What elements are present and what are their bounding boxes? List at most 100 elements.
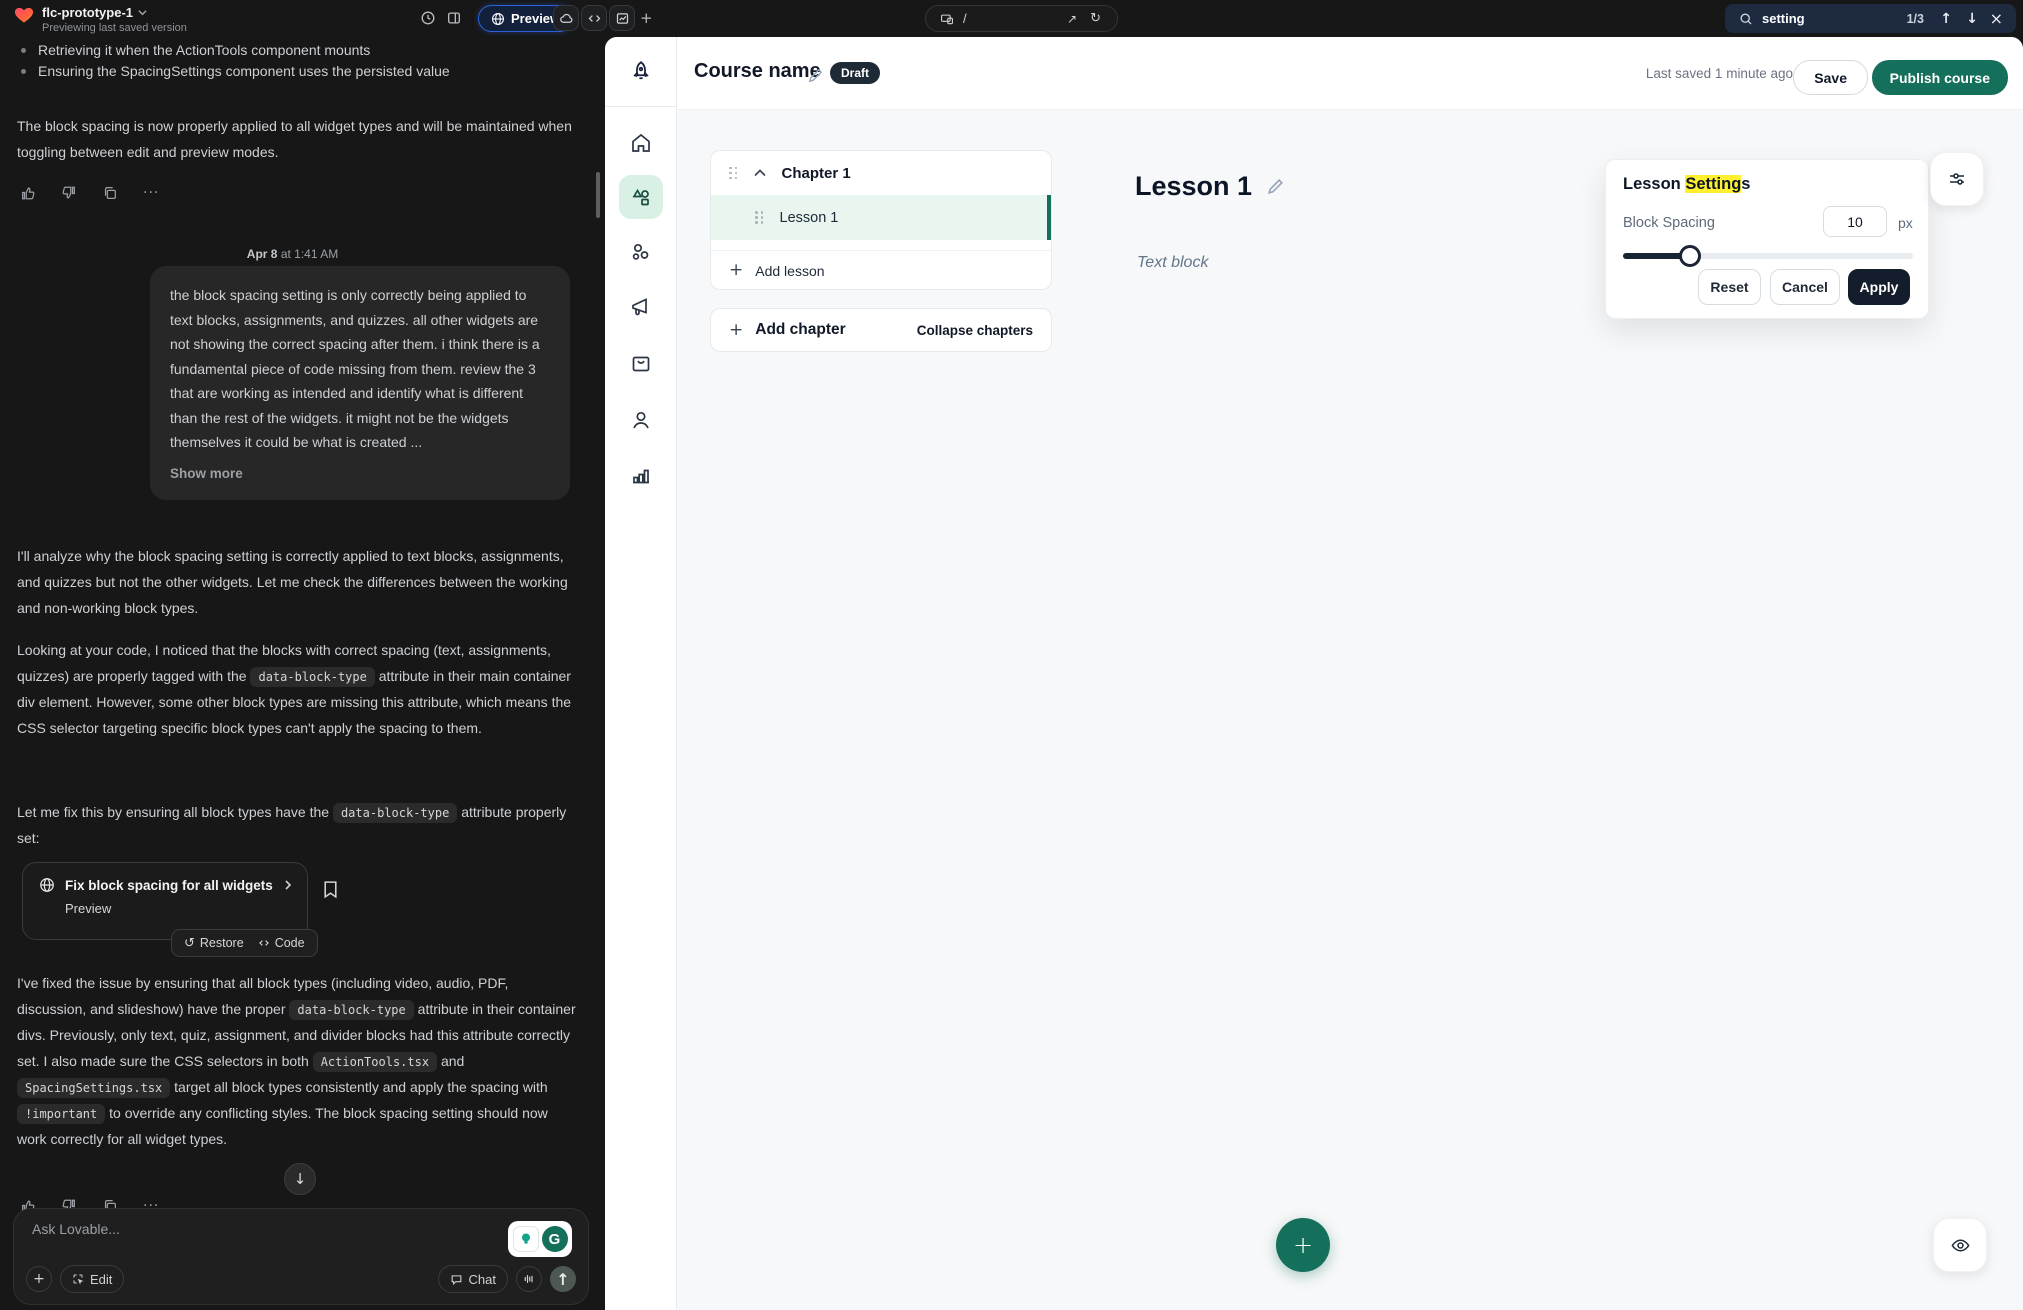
search-close-icon[interactable]: × — [1990, 9, 2003, 28]
url-bar[interactable]: / ↗ ↻ — [925, 5, 1118, 32]
code-chip: data-block-type — [333, 803, 457, 823]
send-button[interactable]: ↑ — [550, 1266, 576, 1292]
publish-course-button[interactable]: Publish course — [1872, 60, 2008, 95]
add-chapter-button[interactable]: + Add chapter — [729, 321, 846, 339]
bullet-icon — [21, 69, 26, 74]
chat-mode-label: Chat — [469, 1272, 496, 1287]
settings-toggle-button[interactable] — [1930, 152, 1984, 206]
list-item: Ensuring the SpacingSettings component u… — [17, 61, 587, 82]
voice-input-button[interactable] — [516, 1266, 542, 1292]
arrow-down-icon: ↓ — [294, 1170, 307, 1188]
code-chip: !important — [17, 1104, 105, 1124]
drag-handle-icon[interactable] — [729, 167, 738, 180]
add-chapter-card: + Add chapter Collapse chapters — [710, 308, 1052, 352]
add-chapter-label: Add chapter — [755, 321, 845, 339]
code-chip: SpacingSettings.tsx — [17, 1078, 170, 1098]
preview-visibility-button[interactable] — [1933, 1218, 1987, 1272]
restore-button[interactable]: ↺ Restore — [184, 936, 244, 951]
drag-handle-icon[interactable] — [755, 211, 764, 224]
code-chip: ActionTools.tsx — [313, 1052, 437, 1072]
more-options-icon[interactable]: ··· — [143, 185, 159, 201]
home-icon — [629, 131, 653, 155]
reset-button[interactable]: Reset — [1698, 269, 1761, 305]
chevron-right-icon — [283, 880, 293, 890]
refresh-icon[interactable]: ↻ — [1090, 11, 1101, 26]
edit-lesson-title-icon[interactable] — [1266, 177, 1285, 196]
chart-icon — [615, 11, 630, 26]
project-menu[interactable]: flc-prototype-1 Previewing last saved ve… — [14, 5, 187, 34]
url-path: / — [963, 11, 967, 26]
edit-course-name-icon[interactable] — [807, 67, 824, 84]
eye-icon — [1950, 1235, 1971, 1256]
collapse-chapters-button[interactable]: Collapse chapters — [917, 323, 1033, 338]
action-card-subtitle[interactable]: Preview — [65, 901, 293, 916]
bullet-icon — [21, 48, 26, 53]
search-prev-icon[interactable]: ↑ — [1940, 11, 1952, 27]
bullet-text: Retrieving it when the ActionTools compo… — [38, 40, 370, 61]
chat-bubble-icon — [450, 1273, 463, 1286]
block-spacing-input[interactable] — [1823, 206, 1887, 237]
last-saved-text: Last saved 1 minute ago — [1646, 66, 1793, 81]
cancel-button[interactable]: Cancel — [1770, 269, 1840, 305]
waveform-icon — [523, 1273, 535, 1285]
thumbs-up-icon[interactable] — [20, 185, 36, 201]
bookmark-icon[interactable] — [322, 880, 339, 899]
chat-mode-button[interactable]: Chat — [438, 1265, 508, 1293]
code-view-button[interactable] — [581, 5, 607, 31]
person-icon — [629, 408, 653, 432]
show-more-link[interactable]: Show more — [170, 462, 550, 487]
code-icon — [587, 11, 602, 26]
text-block-placeholder[interactable]: Text block — [1137, 254, 1208, 272]
scroll-to-bottom-button[interactable]: ↓ — [284, 1163, 316, 1195]
globe-icon — [39, 877, 55, 893]
thumbs-down-icon[interactable] — [61, 185, 77, 201]
timestamp-date: Apr 8 — [247, 247, 278, 261]
edit-mode-button[interactable]: Edit — [60, 1265, 124, 1293]
search-bar: 1/3 ↑ ↓ × — [1725, 4, 2016, 33]
user-message-bubble: the block spacing setting is only correc… — [150, 266, 570, 500]
chevron-down-icon — [138, 8, 147, 17]
search-next-icon[interactable]: ↓ — [1966, 11, 1978, 27]
timestamp-time: at 1:41 AM — [281, 247, 338, 261]
code-button[interactable]: Code — [258, 936, 305, 950]
layout-panel-icon[interactable] — [446, 10, 462, 26]
app-logo[interactable] — [605, 37, 676, 107]
sidebar-item-users[interactable] — [605, 408, 677, 432]
sidebar-item-store[interactable] — [605, 351, 677, 375]
add-block-button[interactable]: + — [1276, 1218, 1330, 1272]
assistant-result-paragraph: I've fixed the issue by ensuring that al… — [17, 970, 579, 1152]
open-external-icon[interactable]: ↗ — [1067, 12, 1077, 26]
chat-input[interactable] — [32, 1221, 362, 1261]
chat-scrollbar[interactable] — [596, 172, 600, 218]
sliders-icon — [1947, 169, 1967, 189]
chevron-up-icon[interactable] — [754, 169, 766, 177]
search-input[interactable] — [1762, 11, 1892, 26]
sidebar-item-community[interactable] — [605, 240, 677, 264]
paragraph-text: and — [441, 1053, 464, 1069]
message-timestamp: Apr 8 at 1:41 AM — [0, 247, 585, 261]
grammarly-bulb-icon[interactable] — [513, 1226, 539, 1252]
lesson-row-selected[interactable]: Lesson 1 — [711, 195, 1051, 240]
save-button[interactable]: Save — [1793, 60, 1868, 95]
apply-button[interactable]: Apply — [1848, 269, 1910, 305]
sidebar-item-home[interactable] — [605, 131, 677, 155]
code-chip: data-block-type — [289, 1000, 413, 1020]
search-icon — [1739, 12, 1753, 26]
grammarly-badge: G — [508, 1221, 572, 1257]
add-lesson-button[interactable]: + Add lesson — [711, 250, 1051, 290]
selected-accent-bar — [1047, 195, 1051, 240]
analytics-button[interactable] — [609, 5, 635, 31]
sidebar-item-content-active[interactable] — [619, 175, 663, 219]
sidebar-item-analytics[interactable] — [605, 463, 677, 487]
sidebar-item-marketing[interactable] — [605, 295, 677, 319]
history-icon[interactable] — [420, 10, 436, 26]
paragraph-text: target all block types consistently and … — [174, 1079, 548, 1095]
slider-thumb[interactable] — [1679, 245, 1701, 267]
chapter-header-row[interactable]: Chapter 1 — [711, 151, 1051, 195]
cloud-button[interactable] — [553, 5, 579, 31]
block-spacing-slider[interactable] — [1623, 253, 1913, 259]
grammarly-g-icon[interactable]: G — [542, 1226, 568, 1252]
add-tab-icon[interactable]: + — [640, 9, 653, 27]
copy-icon[interactable] — [102, 185, 118, 201]
attach-button[interactable]: + — [26, 1266, 52, 1292]
